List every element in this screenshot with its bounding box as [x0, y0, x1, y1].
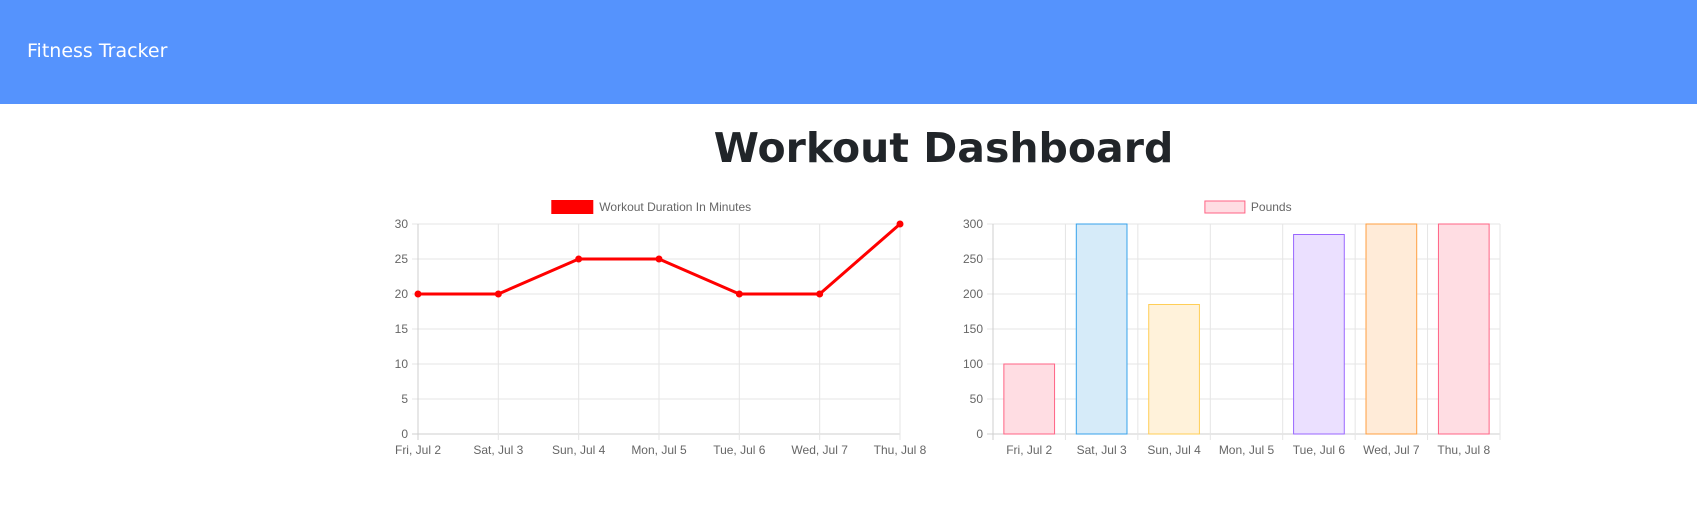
x-tick-label: Sun, Jul 4 — [1147, 443, 1201, 457]
x-tick-label: Mon, Jul 5 — [1219, 443, 1275, 457]
x-tick-label: Fri, Jul 2 — [395, 443, 441, 457]
bar — [1437, 223, 1490, 435]
x-tick-label: Thu, Jul 8 — [1437, 443, 1490, 457]
y-tick-label: 200 — [963, 287, 983, 301]
data-point — [494, 290, 502, 298]
y-tick-label: 50 — [970, 392, 984, 406]
navbar: Fitness Tracker — [0, 0, 1697, 104]
page-title: Workout Dashboard — [713, 124, 1174, 172]
bar — [1148, 304, 1200, 435]
y-tick-label: 20 — [395, 287, 409, 301]
legend-label: Pounds — [1251, 200, 1292, 214]
x-tick-label: Sat, Jul 3 — [473, 443, 523, 457]
y-tick-label: 100 — [963, 357, 983, 371]
y-tick-label: 0 — [401, 427, 408, 441]
y-tick-label: 5 — [401, 392, 408, 406]
y-tick-label: 300 — [963, 217, 983, 231]
y-tick-label: 250 — [963, 252, 983, 266]
weight-bar-chart: Pounds 0 50 100 150 200 250 300 Fri, Jul 2 Sat, J… — [963, 200, 1501, 457]
data-point — [414, 290, 422, 298]
x-tick-label: Sun, Jul 4 — [552, 443, 606, 457]
bar — [1365, 223, 1418, 435]
data-point — [655, 255, 663, 263]
x-tick-label: Tue, Jul 6 — [713, 443, 766, 457]
y-tick-label: 15 — [395, 322, 409, 336]
bar — [1075, 223, 1128, 435]
x-tick-label: Thu, Jul 8 — [874, 443, 927, 457]
bar — [1003, 363, 1056, 435]
x-tick-label: Fri, Jul 2 — [1006, 443, 1052, 457]
data-point — [735, 290, 743, 298]
y-tick-label: 30 — [395, 217, 409, 231]
duration-line-chart: Workout Duration In Minutes 0 5 10 15 20 25 30 F… — [395, 200, 927, 457]
y-tick-label: 0 — [976, 427, 983, 441]
y-tick-label: 25 — [395, 252, 409, 266]
x-tick-label: Tue, Jul 6 — [1293, 443, 1346, 457]
bar — [1293, 234, 1345, 435]
duration-chart: Workout Duration In Minutes 0 5 10 15 20 25 30 F… — [385, 190, 930, 470]
y-tick-label: 150 — [963, 322, 983, 336]
legend-swatch — [1204, 200, 1246, 214]
data-point — [816, 290, 824, 298]
brand-link[interactable]: Fitness Tracker — [27, 40, 167, 62]
data-point — [896, 220, 904, 228]
x-tick-label: Wed, Jul 7 — [791, 443, 848, 457]
weight-chart: Pounds 0 50 100 150 200 250 300 Fri, Jul 2 Sat, J… — [945, 190, 1505, 470]
y-tick-label: 10 — [395, 357, 409, 371]
legend-swatch — [551, 200, 594, 214]
x-tick-label: Sat, Jul 3 — [1077, 443, 1127, 457]
data-point — [575, 255, 583, 263]
legend-label: Workout Duration In Minutes — [599, 200, 751, 214]
x-tick-label: Wed, Jul 7 — [1363, 443, 1420, 457]
x-tick-label: Mon, Jul 5 — [631, 443, 687, 457]
